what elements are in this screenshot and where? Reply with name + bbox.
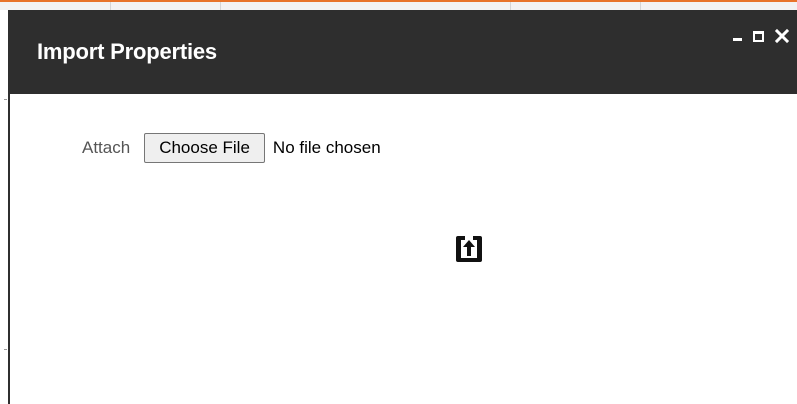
grid-divider	[110, 2, 111, 10]
close-icon[interactable]	[775, 28, 789, 44]
dialog-titlebar[interactable]: Import Properties	[10, 10, 797, 94]
screen: Import Properties Attach Choose File No …	[0, 0, 797, 404]
grid-divider	[220, 2, 221, 10]
background-grid-strip	[0, 2, 797, 10]
maximize-icon[interactable]	[753, 31, 764, 42]
edge-mark	[4, 349, 7, 350]
edge-mark	[4, 99, 7, 100]
upload-icon[interactable]	[454, 234, 484, 264]
grid-divider	[640, 2, 641, 10]
dialog-body: Attach Choose File No file chosen	[10, 94, 797, 404]
window-controls	[733, 24, 789, 44]
file-status-text: No file chosen	[272, 138, 381, 157]
import-properties-dialog: Import Properties Attach Choose File No …	[8, 10, 797, 404]
attach-label: Attach	[82, 138, 131, 157]
grid-divider	[510, 2, 511, 10]
attach-row: Attach Choose File No file chosen	[82, 133, 381, 163]
choose-file-button[interactable]: Choose File	[144, 133, 265, 163]
minimize-icon[interactable]	[733, 38, 742, 41]
dialog-title: Import Properties	[37, 39, 217, 64]
